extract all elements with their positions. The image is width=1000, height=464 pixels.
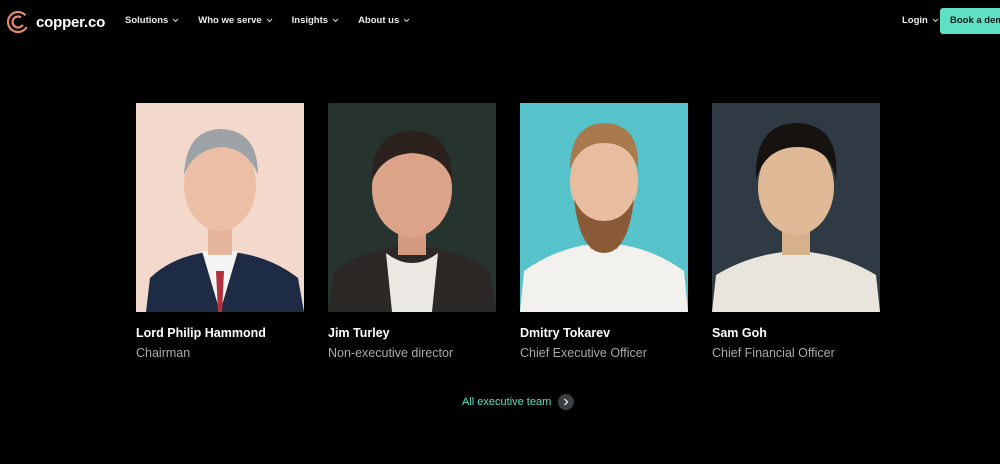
portrait-illustration bbox=[328, 103, 496, 312]
login-label: Login bbox=[902, 15, 928, 26]
portrait-photo bbox=[520, 103, 688, 312]
member-name: Dmitry Tokarev bbox=[520, 326, 611, 340]
portrait-photo bbox=[328, 103, 496, 312]
nav-insights[interactable]: Insights bbox=[292, 15, 339, 26]
chevron-down-icon bbox=[332, 18, 339, 23]
member-role: Non-executive director bbox=[328, 346, 454, 360]
nav-who-we-serve[interactable]: Who we serve bbox=[198, 15, 273, 26]
all-executive-team-label: All executive team bbox=[462, 396, 552, 408]
member-role: Chairman bbox=[136, 346, 191, 360]
arrow-right-icon bbox=[558, 394, 575, 410]
brand-name: copper.co bbox=[36, 13, 106, 31]
portrait-illustration bbox=[136, 103, 304, 312]
member-role: Chief Financial Officer bbox=[712, 346, 835, 360]
nav-about-us[interactable]: About us bbox=[358, 15, 410, 26]
chevron-down-icon bbox=[172, 18, 179, 23]
team-card[interactable]: Jim Turley Non-executive director bbox=[328, 103, 496, 360]
team-card[interactable]: Lord Philip Hammond Chairman bbox=[136, 103, 304, 360]
team-card[interactable]: Dmitry Tokarev Chief Executive Officer bbox=[520, 103, 688, 360]
portrait-photo bbox=[712, 103, 880, 312]
top-nav: copper.co Solutions Who we serve Insight… bbox=[0, 0, 1000, 44]
portrait-photo bbox=[136, 103, 304, 312]
nav-insights-label: Insights bbox=[291, 15, 329, 26]
nav-solutions[interactable]: Solutions bbox=[125, 15, 179, 26]
member-role: Chief Executive Officer bbox=[520, 346, 647, 360]
nav-solutions-label: Solutions bbox=[125, 15, 169, 26]
logo[interactable]: copper.co bbox=[6, 10, 105, 34]
all-executive-team-link[interactable]: All executive team bbox=[462, 394, 575, 410]
book-demo-button[interactable]: Book a demo bbox=[940, 8, 1000, 34]
main-menu: Solutions Who we serve Insights About us bbox=[125, 15, 429, 26]
portrait-illustration bbox=[712, 103, 880, 312]
login-link[interactable]: Login bbox=[902, 15, 939, 26]
portrait-illustration bbox=[520, 103, 688, 312]
member-name: Lord Philip Hammond bbox=[136, 326, 266, 340]
member-name: Sam Goh bbox=[712, 326, 767, 340]
chevron-down-icon bbox=[403, 18, 410, 23]
nav-who-we-serve-label: Who we serve bbox=[198, 15, 262, 26]
chevron-down-icon bbox=[266, 18, 273, 23]
copper-logo-icon bbox=[6, 10, 30, 34]
nav-about-us-label: About us bbox=[358, 15, 400, 26]
chevron-down-icon bbox=[932, 18, 939, 23]
member-name: Jim Turley bbox=[328, 326, 390, 340]
team-card[interactable]: Sam Goh Chief Financial Officer bbox=[712, 103, 880, 360]
